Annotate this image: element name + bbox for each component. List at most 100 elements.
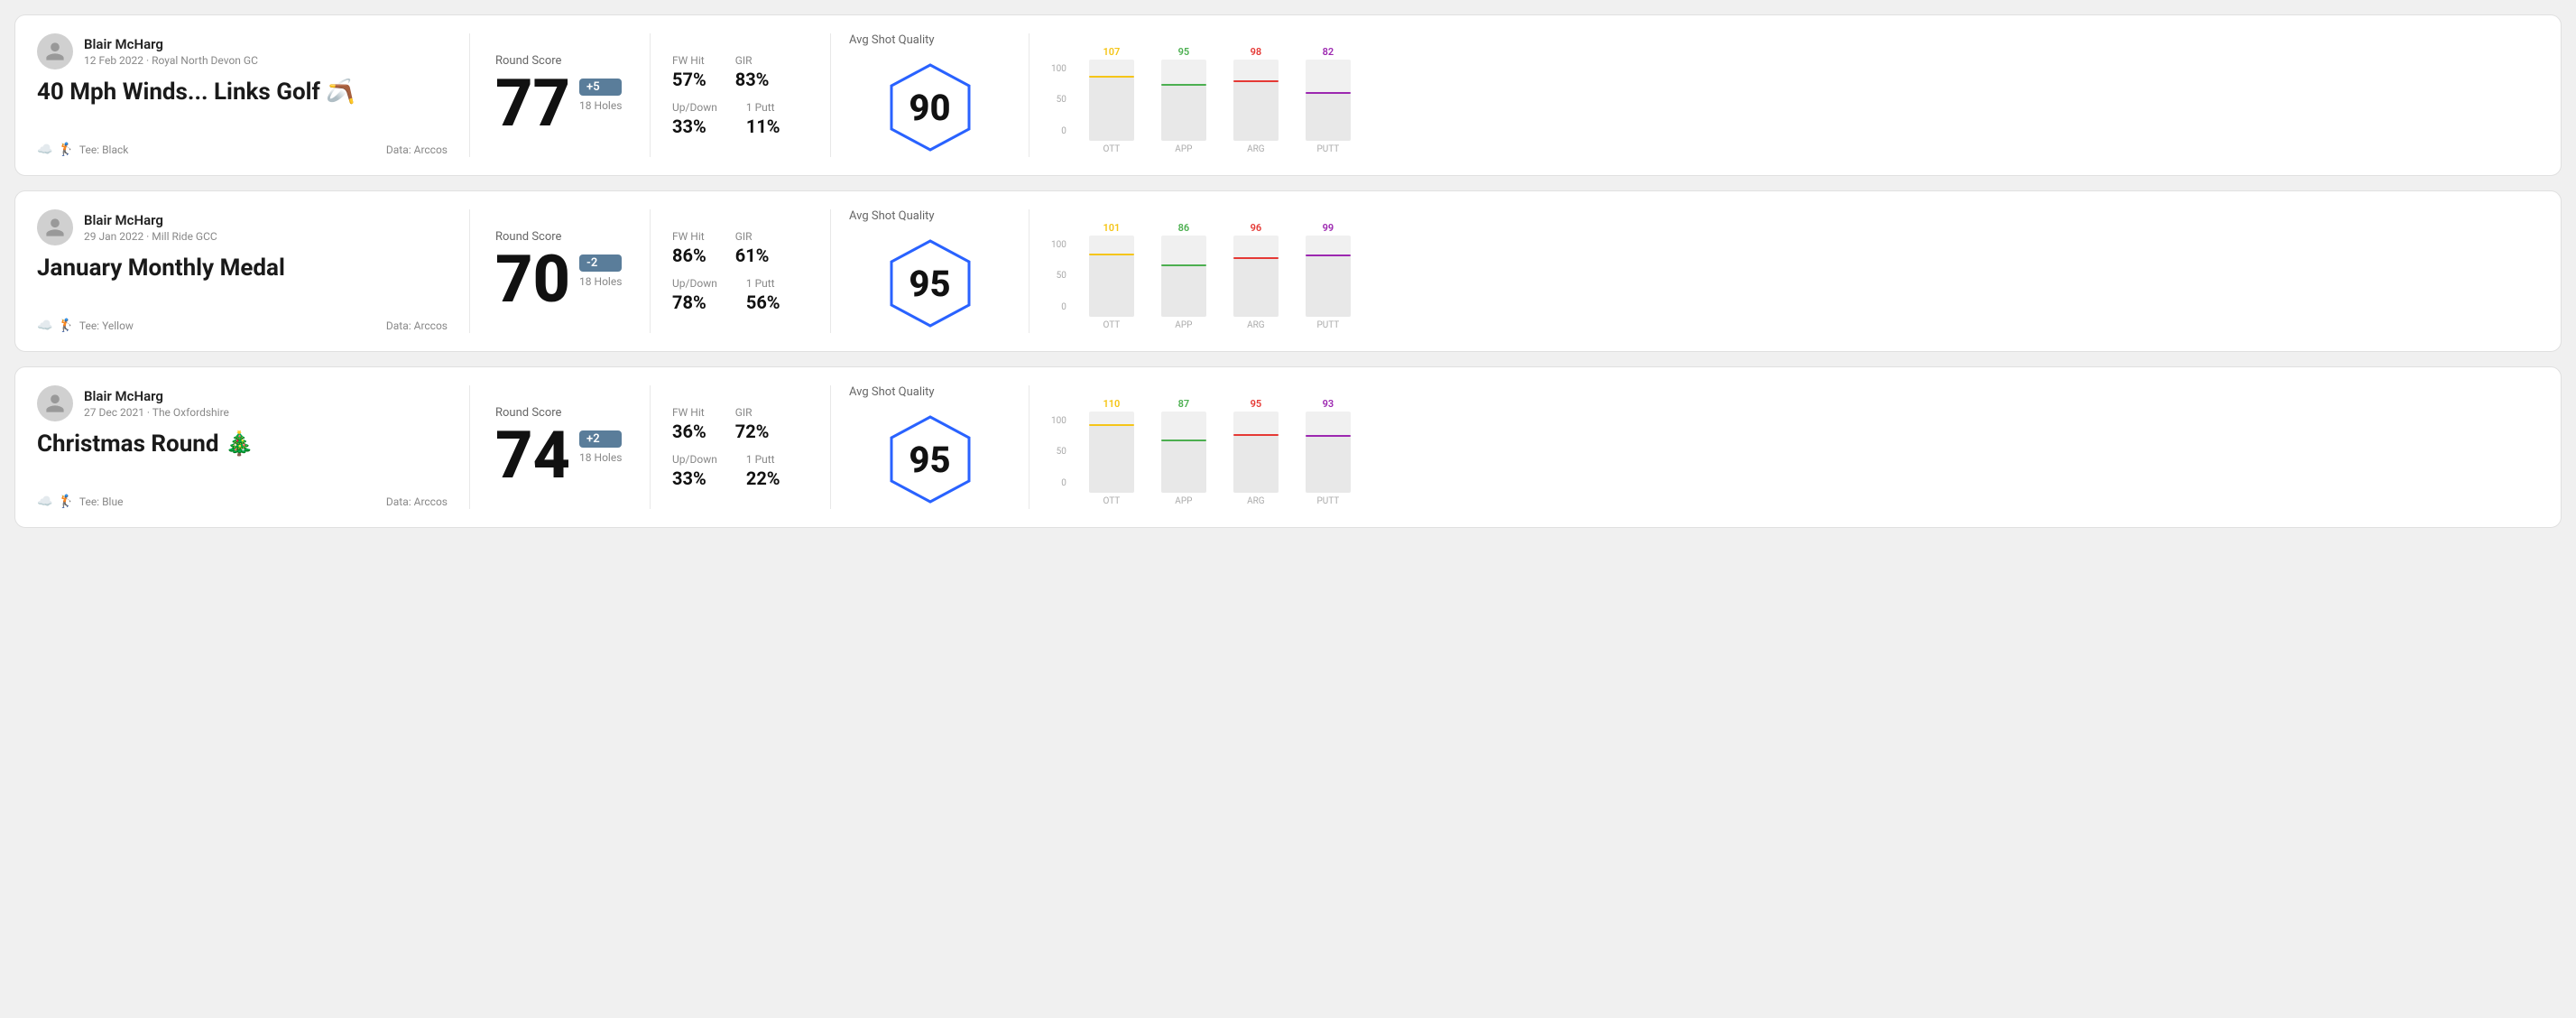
card-quality: Avg Shot Quality 95 — [831, 209, 1029, 333]
quality-label: Avg Shot Quality — [849, 209, 935, 223]
updown-value: 78% — [672, 292, 717, 313]
bar-group-putt: 82 PUTT — [1301, 46, 1355, 154]
score-badge-col: +2 18 Holes — [579, 423, 622, 464]
bar-track — [1233, 60, 1279, 141]
bar-value-ott: 110 — [1103, 398, 1120, 410]
stats-row-bottom: Up/Down 78% 1 Putt 56% — [672, 277, 808, 313]
card-footer: ☁️ 🏌️ Tee: Blue Data: Arccos — [37, 495, 448, 509]
stat-updown: Up/Down 78% — [672, 277, 717, 313]
quality-label: Avg Shot Quality — [849, 385, 935, 399]
bar-track — [1306, 60, 1351, 141]
stat-gir: GIR 61% — [735, 230, 770, 266]
bag-icon: 🏌️ — [58, 495, 73, 509]
bar-line — [1089, 424, 1134, 426]
quality-label: Avg Shot Quality — [849, 33, 935, 47]
bar-x-label: ARG — [1247, 144, 1265, 154]
card-score: Round Score 70 -2 18 Holes — [470, 209, 651, 333]
tee-label: Tee: Blue — [79, 495, 124, 508]
stat-gir: GIR 83% — [735, 54, 770, 90]
fw-hit-value: 36% — [672, 421, 706, 442]
round-title: January Monthly Medal — [37, 255, 448, 282]
bar-x-label: OTT — [1103, 320, 1120, 330]
user-name: Blair McHarg — [84, 36, 258, 52]
round-card: Blair McHarg 12 Feb 2022 · Royal North D… — [14, 14, 2562, 176]
fw-hit-label: FW Hit — [672, 54, 706, 67]
bar-value-arg: 95 — [1251, 398, 1262, 410]
card-score: Round Score 77 +5 18 Holes — [470, 33, 651, 157]
tee-label: Tee: Yellow — [79, 319, 134, 332]
bar-line — [1233, 80, 1279, 82]
card-left: Blair McHarg 12 Feb 2022 · Royal North D… — [37, 33, 470, 157]
user-meta: 27 Dec 2021 · The Oxfordshire — [84, 406, 229, 419]
tee-label: Tee: Black — [79, 143, 128, 156]
hexagon-wrapper: 95 — [881, 234, 980, 333]
card-quality: Avg Shot Quality 95 — [831, 385, 1029, 509]
bar-group-ott: 110 OTT — [1085, 398, 1139, 506]
bar-fill-bg — [1233, 436, 1279, 493]
user-info: Blair McHarg 12 Feb 2022 · Royal North D… — [84, 36, 258, 67]
y-label-50: 50 — [1057, 447, 1066, 457]
user-name: Blair McHarg — [84, 212, 217, 228]
user-meta: 12 Feb 2022 · Royal North Devon GC — [84, 54, 258, 67]
bar-track — [1161, 236, 1206, 317]
card-chart: 100 50 0 110 OTT 87 APP 95 — [1029, 385, 2539, 509]
oneputt-value: 56% — [746, 292, 780, 313]
bar-value-app: 86 — [1178, 222, 1190, 234]
fw-hit-value: 86% — [672, 245, 706, 266]
tee-info: ☁️ 🏌️ Tee: Blue — [37, 495, 123, 509]
bar-value-arg: 96 — [1251, 222, 1262, 234]
y-label-50: 50 — [1057, 271, 1066, 281]
stat-fw-hit: FW Hit 36% — [672, 406, 706, 442]
gir-label: GIR — [735, 406, 770, 419]
user-row: Blair McHarg 12 Feb 2022 · Royal North D… — [37, 33, 448, 69]
bar-track — [1161, 412, 1206, 493]
updown-value: 33% — [672, 116, 717, 137]
stat-gir: GIR 72% — [735, 406, 770, 442]
bar-line — [1233, 257, 1279, 259]
hexagon-wrapper: 95 — [881, 410, 980, 509]
avatar — [37, 33, 73, 69]
oneputt-label: 1 Putt — [746, 101, 780, 114]
gir-value: 61% — [735, 245, 770, 266]
bar-x-label: APP — [1175, 320, 1192, 330]
bar-fill-bg — [1161, 86, 1206, 141]
bar-x-label: APP — [1175, 144, 1192, 154]
y-label-0: 0 — [1061, 302, 1066, 312]
bar-group-arg: 96 ARG — [1229, 222, 1283, 330]
stat-fw-hit: FW Hit 57% — [672, 54, 706, 90]
card-footer: ☁️ 🏌️ Tee: Black Data: Arccos — [37, 143, 448, 157]
oneputt-label: 1 Putt — [746, 453, 780, 466]
data-source: Data: Arccos — [386, 319, 448, 332]
card-stats: FW Hit 57% GIR 83% Up/Down 33% 1 Putt 11… — [651, 33, 831, 157]
stats-row-bottom: Up/Down 33% 1 Putt 11% — [672, 101, 808, 137]
bar-value-arg: 98 — [1251, 46, 1262, 58]
card-stats: FW Hit 36% GIR 72% Up/Down 33% 1 Putt 22… — [651, 385, 831, 509]
score-holes: 18 Holes — [579, 99, 622, 112]
bar-value-ott: 107 — [1103, 46, 1120, 58]
card-stats: FW Hit 86% GIR 61% Up/Down 78% 1 Putt 56… — [651, 209, 831, 333]
bar-x-label: PUTT — [1316, 320, 1339, 330]
bar-line — [1089, 254, 1134, 255]
tee-info: ☁️ 🏌️ Tee: Black — [37, 143, 128, 157]
bar-line — [1306, 435, 1351, 437]
bar-group-ott: 101 OTT — [1085, 222, 1139, 330]
bag-icon: 🏌️ — [58, 319, 73, 333]
data-source: Data: Arccos — [386, 143, 448, 156]
updown-label: Up/Down — [672, 101, 717, 114]
stats-row-bottom: Up/Down 33% 1 Putt 22% — [672, 453, 808, 489]
y-label-0: 0 — [1061, 478, 1066, 488]
card-chart: 100 50 0 107 OTT 95 APP 98 — [1029, 33, 2539, 157]
weather-icon: ☁️ — [37, 143, 52, 157]
score-number: 70 — [495, 247, 570, 312]
round-card: Blair McHarg 29 Jan 2022 · Mill Ride GCC… — [14, 190, 2562, 352]
gir-label: GIR — [735, 230, 770, 243]
chart-container: 100 50 0 110 OTT 87 APP 95 — [1051, 389, 2521, 506]
user-icon — [44, 393, 66, 414]
fw-hit-label: FW Hit — [672, 406, 706, 419]
score-number: 74 — [495, 423, 570, 488]
user-info: Blair McHarg 29 Jan 2022 · Mill Ride GCC — [84, 212, 217, 243]
user-icon — [44, 217, 66, 238]
chart-bars: 110 OTT 87 APP 95 ARG 93 — [1085, 389, 1355, 506]
updown-label: Up/Down — [672, 277, 717, 290]
bar-value-putt: 93 — [1323, 398, 1334, 410]
